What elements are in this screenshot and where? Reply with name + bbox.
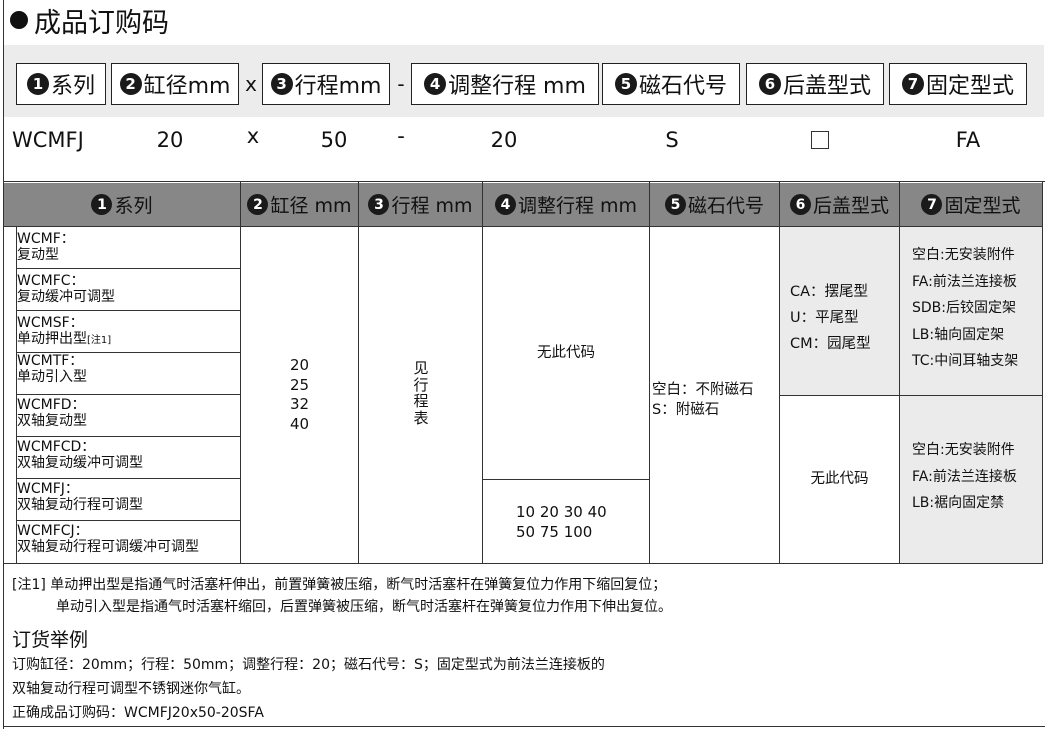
number-7-icon: 7: [901, 73, 924, 95]
code-value-dash: -: [397, 124, 405, 148]
series-item-wcmfc: WCMFC： 复动缓冲可调型: [17, 273, 115, 305]
code-header-series: 1 系列: [16, 63, 106, 105]
table-header-rear-cover: 6 后盖型式: [780, 183, 899, 226]
code-header-sep-dash: -: [397, 72, 405, 96]
table-col-divider: [482, 182, 483, 564]
stroke-see-table-note: 见 行 程 表: [413, 359, 429, 427]
bullet-dot-icon: [10, 11, 28, 29]
order-example-title: 订货举例: [12, 629, 89, 651]
table-col-divider: [779, 182, 780, 564]
code-header-magnet: 5 磁石代号: [602, 63, 740, 105]
series-item-wcmfcd: WCMFCD： 双轴复动缓冲可调型: [17, 439, 143, 471]
adjust-stroke-values: 10 20 30 40 50 75 100: [516, 503, 607, 541]
series-row-divider: [16, 394, 240, 395]
series-row-divider: [16, 520, 240, 521]
order-example-line-2: 双轴复动行程可调型不锈钢迷你气缸。: [12, 681, 250, 697]
number-3-icon: 3: [368, 194, 390, 215]
adjust-stroke-row-divider: [483, 479, 649, 480]
table-col-divider: [899, 182, 900, 564]
series-row-divider: [16, 310, 240, 311]
number-7-icon: 7: [921, 194, 943, 215]
number-1-icon: 1: [26, 73, 49, 95]
number-6-icon: 6: [789, 194, 811, 215]
series-item-wcmfj: WCMFJ： 双轴复动行程可调型: [17, 481, 143, 513]
fixing-options-lower: 空白:无安装附件 FA:前法兰连接板 LB:裾向固定禁: [912, 442, 1017, 511]
code-value-rear-cover: [800, 124, 840, 156]
table-header-adjust-stroke: 4 调整行程 mm: [483, 183, 649, 226]
order-example-line-3: 正确成品订购码：WCMFJ20x50-20SFA: [12, 705, 264, 721]
page-title-text: 成品订购码: [34, 7, 169, 39]
fixing-options-upper: 空白:无安装附件 FA:前法兰连接板 SDB:后铰固定架 LB:轴向固定架 TC…: [912, 247, 1019, 369]
empty-checkbox-icon: [811, 131, 829, 149]
code-value-series: WCMFJ: [12, 128, 84, 152]
number-2-icon: 2: [119, 73, 142, 95]
code-value-fixing: FA: [955, 128, 981, 152]
frame-bottom-border: [3, 726, 1045, 727]
rear-cover-none: 无此代码: [810, 471, 869, 487]
code-value-bore: 20: [156, 128, 184, 152]
code-value-x: x: [246, 124, 260, 148]
series-item-wcmfd: WCMFD： 双轴复动型: [17, 397, 87, 429]
table-right-border: [1042, 182, 1043, 564]
number-5-icon: 5: [614, 73, 637, 95]
table-header-stroke: 3 行程 mm: [359, 183, 482, 226]
footnote-ref: [注1]: [87, 335, 112, 346]
footnote-line-1: [注1] 单动押出型是指通气时活塞杆伸出，前置弹簧被压缩，断气时活塞杆在弹簧复位…: [12, 577, 667, 593]
table-col-divider: [358, 182, 359, 564]
code-header-sep-x: x: [245, 72, 257, 96]
code-header-rear-cover: 6 后盖型式: [746, 63, 884, 105]
series-row-divider: [16, 478, 240, 479]
number-4-icon: 4: [494, 194, 516, 215]
table-header-bore: 2 缸径 mm: [241, 183, 358, 226]
series-item-wcmtf: WCMTF： 单动引入型: [17, 353, 87, 385]
code-header-stroke: 3 行程mm: [262, 63, 390, 105]
code-value-adjust: 20: [490, 128, 518, 152]
footnote-line-2: 单动引入型是指通气时活塞杆缩回，后置弹簧被压缩，断气时活塞杆在弹簧复位力作用下伸…: [56, 599, 672, 615]
series-item-wcmf: WCMF： 复动型: [17, 231, 75, 263]
series-row-divider: [16, 268, 240, 269]
rear-fixing-row-divider: [780, 395, 1042, 396]
code-value-stroke: 50: [320, 128, 348, 152]
table-header-bottom-line: [3, 226, 1043, 227]
number-6-icon: 6: [758, 73, 781, 95]
table-header-magnet: 5 磁石代号: [650, 183, 779, 226]
table-col-divider: [649, 182, 650, 564]
number-5-icon: 5: [664, 194, 686, 215]
code-header-adjust-stroke: 4 调整行程 mm: [411, 63, 599, 105]
code-value-magnet: S: [665, 128, 679, 152]
series-item-wcmfcj: WCMFCJ： 双轴复动行程可调缓冲可调型: [17, 523, 199, 555]
table-header-fixing: 7 固定型式: [900, 183, 1042, 226]
rear-cover-options: CA：摆尾型 U：平尾型 CM：园尾型: [790, 284, 871, 352]
series-row-divider: [16, 436, 240, 437]
table-bottom-line: [3, 563, 1043, 564]
code-header-bore: 2 缸径mm: [111, 63, 239, 105]
page-title: 成品订购码: [10, 2, 169, 39]
number-3-icon: 3: [270, 73, 293, 95]
series-item-wcmsf: WCMSF： 单动押出型[注1]: [17, 315, 112, 347]
number-2-icon: 2: [247, 194, 269, 215]
code-header-fixing: 7 固定型式: [889, 63, 1027, 105]
magnet-options: 空白：不附磁石 S：附磁石: [652, 382, 754, 418]
bore-values: 20 25 32 40: [290, 356, 310, 433]
table-header-series: 1 系列: [4, 183, 240, 226]
adjust-stroke-none: 无此代码: [537, 345, 595, 361]
order-example-line-1: 订购缸径：20mm；行程：50mm；调整行程：20；磁石代号：S；固定型式为前法…: [12, 657, 605, 673]
number-1-icon: 1: [91, 194, 113, 215]
table-top-border: [3, 181, 1045, 182]
number-4-icon: 4: [424, 73, 447, 95]
